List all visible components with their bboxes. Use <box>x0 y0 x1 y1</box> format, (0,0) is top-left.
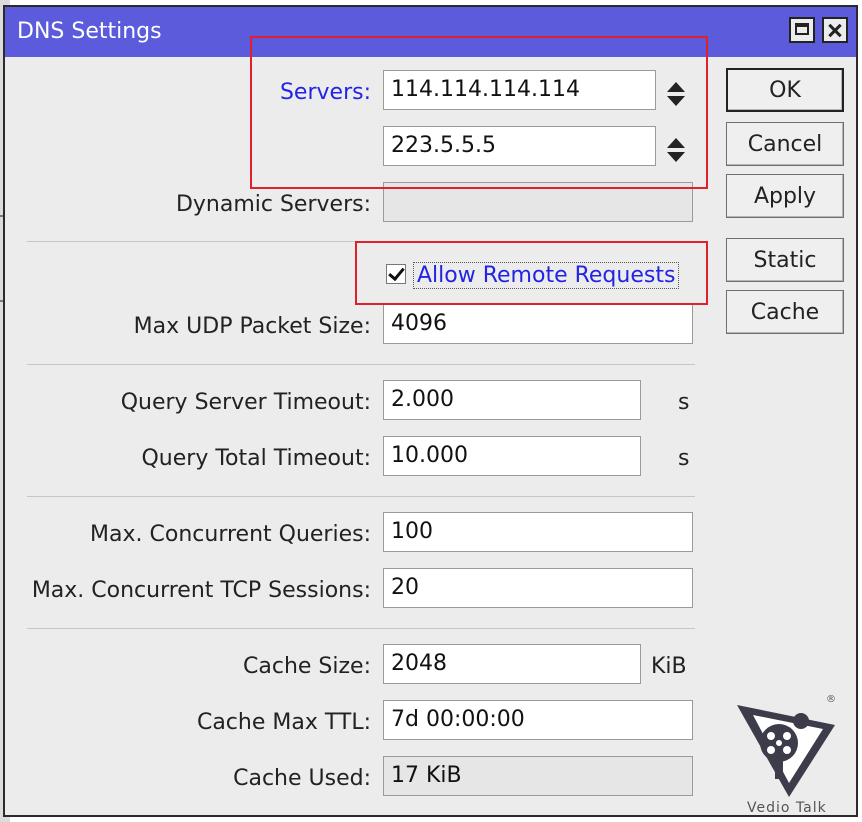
allow-remote-highlight-box <box>355 241 708 305</box>
cache-size-field[interactable]: 2048 <box>383 644 641 684</box>
static-button[interactable]: Static <box>726 238 844 282</box>
window-title: DNS Settings <box>17 19 162 44</box>
servers-highlight-box <box>250 36 708 189</box>
dynamic-servers-label: Dynamic Servers: <box>175 192 371 217</box>
apply-button[interactable]: Apply <box>726 174 844 218</box>
separator <box>27 628 695 629</box>
cache-used-field: 17 KiB <box>383 756 693 796</box>
cache-used-label: Cache Used: <box>233 766 371 791</box>
query-server-timeout-label: Query Server Timeout: <box>120 390 371 415</box>
max-concurrent-queries-field[interactable]: 100 <box>383 512 693 552</box>
ok-button[interactable]: OK <box>726 68 844 112</box>
query-total-timeout-field[interactable]: 10.000 <box>383 436 641 476</box>
registered-mark: ® <box>826 694 836 705</box>
cache-button[interactable]: Cache <box>726 290 844 334</box>
cache-size-unit: KiB <box>651 654 687 679</box>
separator <box>27 364 695 365</box>
query-total-timeout-label: Query Total Timeout: <box>141 446 371 471</box>
max-concurrent-queries-label: Max. Concurrent Queries: <box>90 522 371 547</box>
max-concurrent-tcp-sessions-label: Max. Concurrent TCP Sessions: <box>31 578 371 603</box>
cancel-button[interactable]: Cancel <box>726 122 844 166</box>
cache-max-ttl-label: Cache Max TTL: <box>196 710 371 735</box>
cache-max-ttl-field[interactable]: 7d 00:00:00 <box>383 700 693 740</box>
query-total-timeout-unit: s <box>678 446 690 471</box>
max-udp-packet-size-field[interactable]: 4096 <box>383 304 693 344</box>
separator <box>27 496 695 497</box>
close-button[interactable] <box>822 17 848 43</box>
query-server-timeout-field[interactable]: 2.000 <box>383 380 641 420</box>
maximize-button[interactable] <box>789 17 815 43</box>
query-server-timeout-unit: s <box>678 390 690 415</box>
max-concurrent-tcp-sessions-field[interactable]: 20 <box>383 568 693 608</box>
watermark-text: Vedio Talk <box>747 800 827 816</box>
max-udp-packet-size-label: Max UDP Packet Size: <box>133 314 371 339</box>
cache-size-label: Cache Size: <box>243 654 371 679</box>
